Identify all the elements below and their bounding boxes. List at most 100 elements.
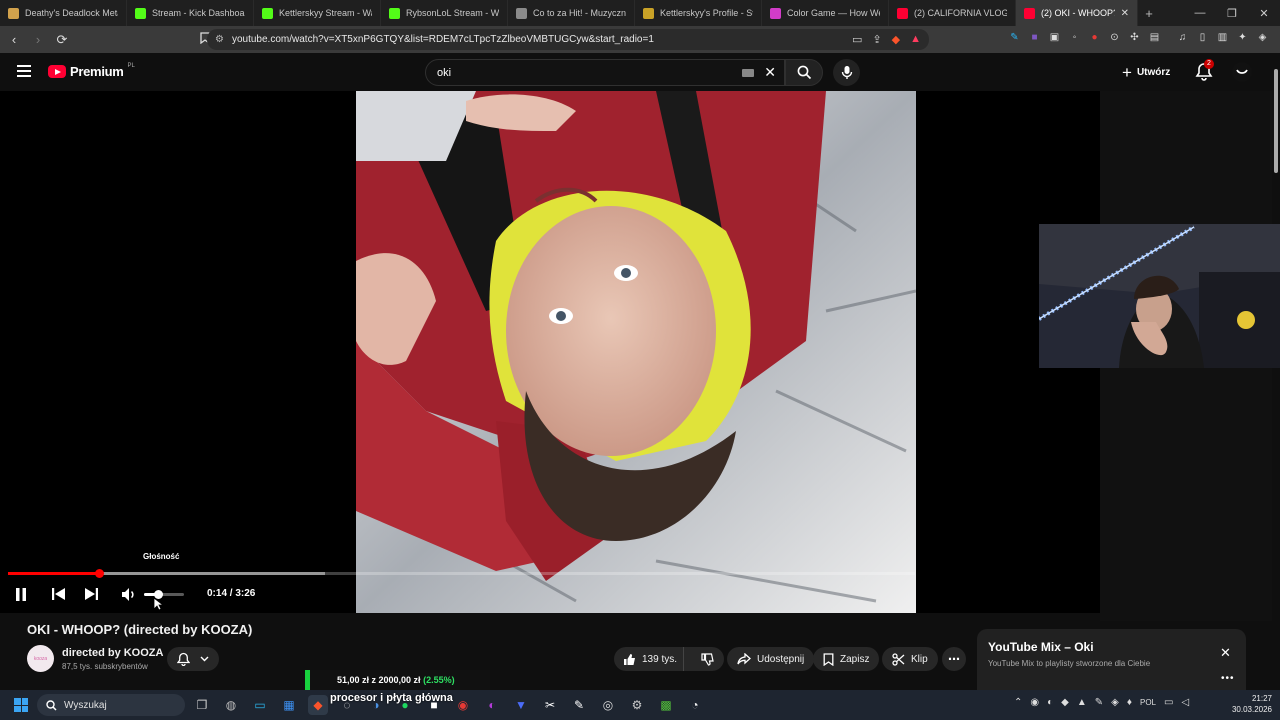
- share-page-icon[interactable]: ⇪: [872, 33, 881, 46]
- site-info-icon[interactable]: ⚙: [215, 34, 224, 45]
- browser-tab[interactable]: Kettlerskyy's Profile - Stat: [635, 0, 762, 26]
- app-icon-17[interactable]: ◔: [685, 695, 705, 715]
- app-icon-10[interactable]: ◐: [482, 695, 502, 715]
- windows-start-icon[interactable]: [14, 698, 28, 712]
- app-icon-9[interactable]: ◉: [453, 695, 473, 715]
- back-button[interactable]: ‹: [4, 30, 24, 50]
- voice-search-button[interactable]: [833, 59, 860, 86]
- previous-button[interactable]: [50, 585, 66, 603]
- keyboard-icon[interactable]: [742, 68, 755, 77]
- taskbar-clock[interactable]: 21:27 30.03.2026: [1228, 693, 1272, 715]
- playlist-menu-icon[interactable]: •••: [1221, 673, 1235, 684]
- close-playlist-icon[interactable]: ✕: [1220, 645, 1231, 661]
- clear-search-icon[interactable]: ✕: [764, 64, 776, 81]
- language-indicator[interactable]: POL: [1140, 698, 1156, 707]
- new-tab-button[interactable]: +: [1138, 0, 1160, 26]
- tray-icon-1[interactable]: ◉: [1030, 697, 1039, 708]
- browser-tab[interactable]: Color Game — How Well: [762, 0, 889, 26]
- close-window-button[interactable]: ✕: [1248, 0, 1280, 26]
- brave-browser-icon[interactable]: ◆: [308, 695, 328, 715]
- next-button[interactable]: [83, 585, 99, 603]
- restore-button[interactable]: ❐: [1216, 0, 1248, 26]
- cast-icon[interactable]: ▭: [852, 33, 862, 46]
- account-avatar[interactable]: [1232, 62, 1252, 82]
- video-player[interactable]: Głośność 0:14 / 3:26 HD: [0, 91, 1253, 613]
- channel-name[interactable]: directed by KOOZA: [62, 647, 163, 659]
- extension-6-icon[interactable]: ⊙: [1108, 31, 1121, 44]
- menu-icon[interactable]: ≡: [1276, 31, 1280, 44]
- reload-button[interactable]: ⟳: [52, 30, 72, 50]
- app-icon-11[interactable]: ▼: [511, 695, 531, 715]
- skip-next-icon: [84, 588, 98, 600]
- app-icon-3[interactable]: ▦: [279, 695, 299, 715]
- video-frame[interactable]: [356, 91, 916, 613]
- tray-icon-4[interactable]: ▲: [1077, 697, 1087, 708]
- progress-scrubber[interactable]: [94, 569, 104, 578]
- extension-1-icon[interactable]: ✎: [1008, 31, 1021, 44]
- browser-tab[interactable]: RybsonLoL Stream - Watc: [381, 0, 508, 26]
- network-icon[interactable]: ▭: [1164, 697, 1173, 708]
- more-actions-button[interactable]: ⋯: [942, 647, 966, 671]
- youtube-premium-logo[interactable]: Premium PL: [48, 63, 135, 79]
- mute-button[interactable]: [121, 585, 137, 603]
- dislike-button[interactable]: [690, 652, 724, 666]
- leo-icon[interactable]: ✦: [1236, 31, 1249, 44]
- share-button[interactable]: Udostępnij: [727, 647, 815, 671]
- wallet-icon[interactable]: ▥: [1216, 31, 1229, 44]
- taskbar-search[interactable]: Wyszukaj: [37, 694, 185, 716]
- task-view-icon[interactable]: ❐: [192, 695, 212, 715]
- app-icon-1[interactable]: ◍: [221, 695, 241, 715]
- extensions-puzzle-icon[interactable]: ✣: [1128, 31, 1141, 44]
- app-icon-12[interactable]: ✂: [540, 695, 560, 715]
- app-icon-16[interactable]: ▩: [656, 695, 676, 715]
- vpn-icon[interactable]: ◈: [1256, 31, 1269, 44]
- browser-tab[interactable]: Stream - Kick Dashboard: [127, 0, 254, 26]
- extension-5-icon[interactable]: ●: [1088, 31, 1101, 44]
- app-icon-13[interactable]: ✎: [569, 695, 589, 715]
- volume-slider[interactable]: [144, 590, 184, 599]
- clip-button[interactable]: Klip: [882, 647, 938, 671]
- save-button[interactable]: Zapisz: [813, 647, 880, 671]
- browser-tab[interactable]: Deathy's Deadlock Meta |: [0, 0, 127, 26]
- scrollbar-thumb[interactable]: [1274, 69, 1278, 173]
- extension-4-icon[interactable]: ◦: [1068, 31, 1081, 44]
- address-bar[interactable]: ⚙ youtube.com/watch?v=XT5xnP6GTQY&list=R…: [207, 29, 929, 50]
- subscription-notifications-button[interactable]: [167, 647, 219, 671]
- like-button[interactable]: 139 tys.: [614, 647, 685, 671]
- page-scrollbar[interactable]: [1272, 53, 1280, 690]
- extension-2-icon[interactable]: ■: [1028, 31, 1041, 44]
- extension-7-icon[interactable]: ▤: [1148, 31, 1161, 44]
- music-icon[interactable]: ♫: [1176, 31, 1189, 44]
- show-hidden-icons[interactable]: ⌃: [1014, 697, 1022, 708]
- tray-icon-3[interactable]: ◆: [1061, 697, 1069, 708]
- notifications-button[interactable]: 2: [1195, 59, 1215, 82]
- microphone-icon[interactable]: ♦: [1127, 697, 1132, 708]
- app-icon-15[interactable]: ⚙: [627, 695, 647, 715]
- forward-button[interactable]: ›: [28, 30, 48, 50]
- playlist-title[interactable]: YouTube Mix – Oki: [988, 640, 1094, 654]
- stream-caption: procesor i płyta główna: [330, 692, 453, 704]
- channel-avatar[interactable]: kooza: [27, 645, 54, 672]
- minimize-button[interactable]: —: [1184, 0, 1216, 26]
- browser-tab-active[interactable]: (2) OKI - WHOOP? ✕: [1016, 0, 1138, 26]
- tray-icon-6[interactable]: ◈: [1111, 697, 1119, 708]
- search-input[interactable]: [437, 66, 743, 79]
- browser-tab[interactable]: Kettlerskyy Stream - Watc: [254, 0, 381, 26]
- progress-bar[interactable]: [8, 569, 915, 578]
- app-icon-2[interactable]: ▭: [250, 695, 270, 715]
- browser-tab[interactable]: (2) CALIFORNIA VLOG 3: p: [889, 0, 1016, 26]
- speaker-icon[interactable]: ◁: [1181, 697, 1189, 708]
- tray-icon-5[interactable]: ✎: [1095, 697, 1103, 708]
- sidebar-icon[interactable]: ▯: [1196, 31, 1209, 44]
- brave-rewards-icon[interactable]: ▲: [910, 33, 921, 46]
- browser-tab[interactable]: Co to za Hit! - Muzyczny C: [508, 0, 635, 26]
- extension-3-icon[interactable]: ▣: [1048, 31, 1061, 44]
- guide-menu-icon[interactable]: [17, 65, 31, 77]
- search-button[interactable]: [785, 59, 823, 86]
- brave-shield-icon[interactable]: ◆: [892, 33, 900, 46]
- app-icon-14[interactable]: ◎: [598, 695, 618, 715]
- create-button[interactable]: + Utwórz: [1122, 62, 1170, 83]
- close-tab-icon[interactable]: ✕: [1121, 8, 1129, 19]
- tray-icon-2[interactable]: ◐: [1047, 697, 1053, 708]
- pause-button[interactable]: [13, 585, 29, 603]
